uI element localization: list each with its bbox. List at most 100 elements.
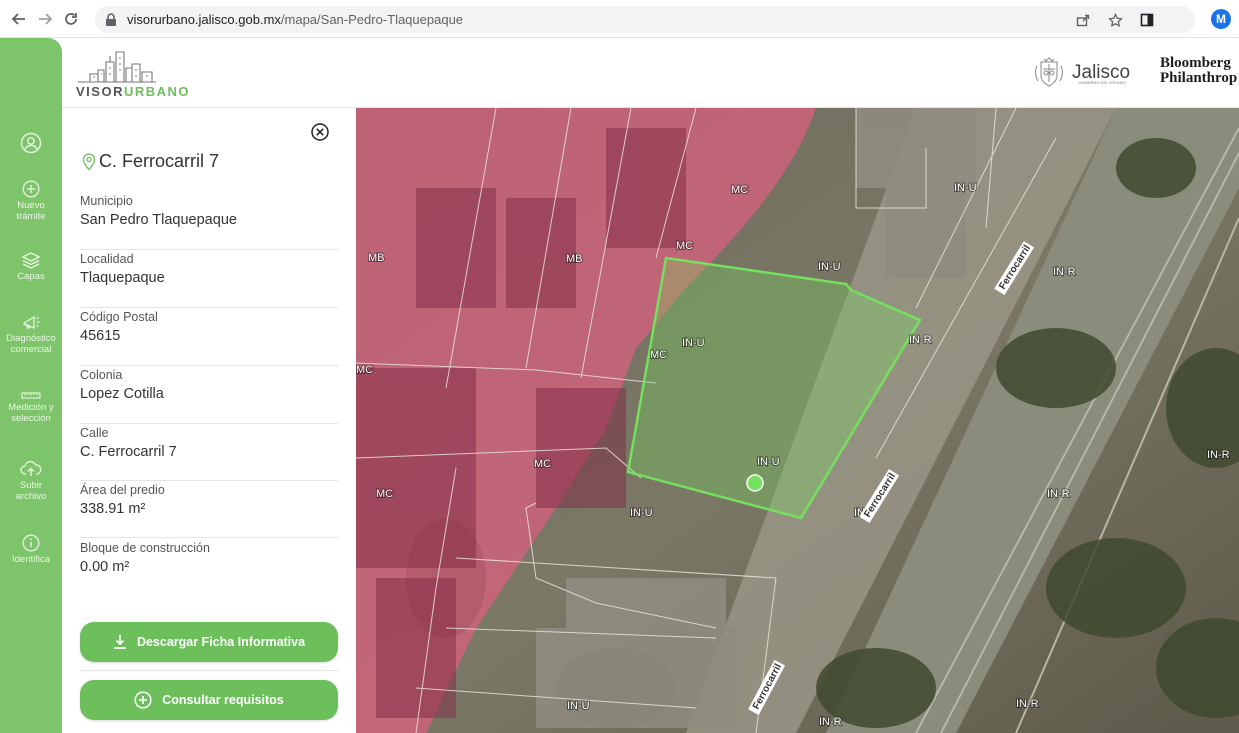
plus-circle-icon bbox=[22, 180, 40, 198]
field-value: Tlaquepaque bbox=[80, 270, 165, 286]
field-label: Localidad bbox=[80, 252, 134, 266]
zone-label: IN-R bbox=[1207, 449, 1230, 461]
left-navigation-rail: Nuevo trámite Capas Diagnóstico comercia… bbox=[0, 38, 62, 733]
panel-title-row: C. Ferrocarril 7 bbox=[82, 151, 219, 172]
field-label: Código Postal bbox=[80, 310, 158, 324]
zone-label: IN-R bbox=[1047, 488, 1070, 500]
zone-label: MC bbox=[356, 364, 373, 376]
zone-label: MC bbox=[534, 458, 551, 470]
zone-label: IN-R bbox=[909, 334, 932, 346]
profile-avatar[interactable]: M bbox=[1211, 9, 1231, 29]
rail-label-medicion: Medición y selección bbox=[8, 402, 54, 424]
field-municipio: Municipio San Pedro Tlaquepaque bbox=[80, 192, 338, 250]
logo-text-urbano: URBANO bbox=[123, 84, 191, 99]
bloomberg-line2: Philanthrop bbox=[1160, 70, 1238, 86]
field-label: Municipio bbox=[80, 194, 133, 208]
field-codigo-postal: Código Postal 45615 bbox=[80, 308, 338, 366]
rail-label-nuevo-tramite: Nuevo trámite bbox=[16, 200, 46, 222]
rail-item-capas[interactable]: Capas bbox=[0, 251, 62, 282]
field-value: 45615 bbox=[80, 328, 121, 344]
rail-label-subir-archivo: Subir archivo bbox=[15, 480, 47, 502]
visor-urbano-wordmark: VISORURBANO bbox=[76, 84, 190, 99]
city-skyline-icon bbox=[78, 51, 156, 83]
rail-item-medicion[interactable]: Medición y selección bbox=[0, 390, 62, 424]
location-pin-icon bbox=[82, 152, 96, 170]
rail-item-identifica[interactable]: Identifica bbox=[0, 534, 62, 565]
zone-label: IN-U bbox=[630, 507, 653, 519]
bookmark-star-icon[interactable] bbox=[1105, 10, 1125, 30]
layers-icon bbox=[21, 252, 41, 269]
plus-circle-icon bbox=[134, 691, 152, 709]
field-label: Colonia bbox=[80, 368, 123, 382]
rail-item-subir-archivo[interactable]: Subir archivo bbox=[0, 460, 62, 502]
zone-label: IN-R bbox=[1016, 698, 1039, 710]
close-icon bbox=[311, 123, 329, 141]
zone-label: IN-U bbox=[682, 337, 705, 349]
reload-icon[interactable] bbox=[58, 6, 84, 32]
field-bloque-construccion: Bloque de construcción 0.00 m² bbox=[80, 539, 338, 589]
address-bar[interactable]: visorurbano.jalisco.gob.mx /mapa/San-Ped… bbox=[95, 6, 1195, 33]
bloomberg-philanthropies-logo: Bloomberg Philanthrop bbox=[1160, 56, 1237, 86]
zone-label: MB bbox=[566, 253, 583, 265]
ruler-icon bbox=[21, 392, 41, 399]
field-value: Lopez Cotilla bbox=[80, 386, 164, 402]
field-label: Bloque de construcción bbox=[80, 541, 210, 555]
zone-label: MB bbox=[368, 252, 385, 264]
field-colonia: Colonia Lopez Cotilla bbox=[80, 366, 338, 424]
jalisco-logo: Jalisco GOBIERNO DEL ESTADO bbox=[1032, 56, 1130, 90]
megaphone-icon bbox=[23, 315, 40, 329]
jalisco-seal-icon bbox=[1035, 57, 1063, 87]
zone-label: IN-U bbox=[818, 261, 841, 273]
map-canvas[interactable]: MC MB MB MC IN-U IN-U IN-R IN-U MC MC IN… bbox=[356, 108, 1239, 733]
divider bbox=[80, 670, 338, 671]
panel-title: C. Ferrocarril 7 bbox=[99, 151, 220, 171]
field-area-predio: Área del predio 338.91 m² bbox=[80, 481, 338, 538]
zone-label: IN-U bbox=[567, 700, 590, 712]
field-value: San Pedro Tlaquepaque bbox=[80, 212, 237, 228]
zone-label: MC bbox=[650, 349, 667, 361]
share-icon[interactable] bbox=[1073, 10, 1093, 30]
field-label: Área del predio bbox=[80, 483, 165, 497]
logo-text-visor: VISOR bbox=[76, 84, 124, 99]
property-info-panel: C. Ferrocarril 7 Municipio San Pedro Tla… bbox=[62, 108, 356, 733]
zone-label-mc-west: MC bbox=[376, 488, 393, 500]
rail-item-nuevo-tramite[interactable]: Nuevo trámite bbox=[0, 180, 62, 222]
field-localidad: Localidad Tlaquepaque bbox=[80, 250, 338, 308]
field-label: Calle bbox=[80, 426, 109, 440]
user-icon bbox=[20, 132, 42, 154]
consult-requirements-button[interactable]: Consultar requisitos bbox=[80, 680, 338, 720]
lock-icon bbox=[105, 12, 119, 27]
bloomberg-line1: Bloomberg bbox=[1160, 55, 1231, 71]
rail-label-capas: Capas bbox=[17, 271, 45, 282]
zone-label: MC bbox=[676, 240, 693, 252]
field-value: C. Ferrocarril 7 bbox=[80, 444, 177, 460]
app-header: VISORURBANO Jalisco GOBIERNO DEL ESTADO … bbox=[62, 38, 1239, 108]
info-icon bbox=[22, 534, 40, 552]
rail-item-diagnostico[interactable]: Diagnóstico comercial bbox=[0, 313, 62, 355]
jalisco-subtitle: GOBIERNO DEL ESTADO bbox=[1078, 80, 1126, 85]
zone-label: MC bbox=[731, 184, 748, 196]
zone-label: IN-U bbox=[954, 182, 977, 194]
back-arrow-icon[interactable] bbox=[6, 6, 32, 32]
zone-label: IN-U bbox=[757, 456, 780, 468]
parcel-centroid-marker[interactable] bbox=[746, 474, 764, 492]
rail-label-identifica: Identifica bbox=[11, 554, 51, 565]
url-domain: visorurbano.jalisco.gob.mx bbox=[127, 12, 281, 27]
rail-item-profile[interactable] bbox=[0, 132, 62, 154]
field-value: 0.00 m² bbox=[80, 559, 130, 575]
close-panel-button[interactable] bbox=[310, 122, 330, 142]
satellite-map[interactable]: MC MB MB MC IN-U IN-U IN-R IN-U MC MC IN… bbox=[356, 108, 1239, 733]
forward-arrow-icon[interactable] bbox=[32, 6, 58, 32]
download-button-label: Descargar Ficha Informativa bbox=[136, 635, 306, 649]
visor-urbano-logo[interactable] bbox=[76, 48, 158, 89]
browser-toolbar: visorurbano.jalisco.gob.mx /mapa/San-Ped… bbox=[0, 0, 1239, 38]
rail-label-diagnostico: Diagnóstico comercial bbox=[6, 333, 56, 355]
cloud-upload-icon bbox=[20, 460, 42, 476]
side-panel-icon[interactable] bbox=[1137, 10, 1157, 30]
download-icon bbox=[113, 634, 127, 650]
requirements-button-label: Consultar requisitos bbox=[162, 693, 284, 707]
zone-label: IN-R bbox=[1053, 266, 1076, 278]
field-calle: Calle C. Ferrocarril 7 bbox=[80, 424, 338, 481]
download-info-sheet-button[interactable]: Descargar Ficha Informativa bbox=[80, 622, 338, 662]
zone-label: IN-R bbox=[819, 716, 842, 728]
